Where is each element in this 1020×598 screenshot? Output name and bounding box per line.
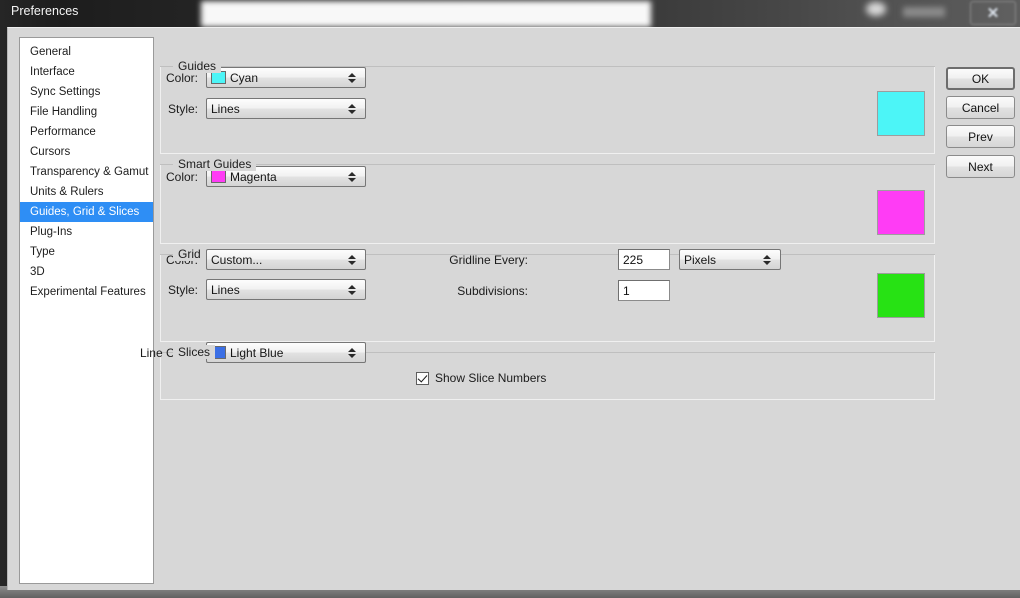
smart-guides-group-title: Smart Guides xyxy=(173,157,257,171)
show-slice-numbers-label: Show Slice Numbers xyxy=(435,371,547,385)
background-blurred-icon xyxy=(866,2,886,16)
grid-color-value: Custom... xyxy=(211,252,263,267)
sidebar-item-experimental-features[interactable]: Experimental Features xyxy=(20,282,153,302)
sidebar-item-3d[interactable]: 3D xyxy=(20,262,153,282)
grid-style-label: Style: xyxy=(167,283,198,297)
sidebar-item-plug-ins[interactable]: Plug-Ins xyxy=(20,222,153,242)
guides-group-title: Guides xyxy=(173,59,222,73)
sidebar-item-file-handling[interactable]: File Handling xyxy=(20,102,153,122)
subdivisions-input[interactable]: 1 xyxy=(618,280,670,301)
slices-line-color-dropdown[interactable]: Light Blue xyxy=(206,342,366,363)
smart-guides-color-value: Magenta xyxy=(230,169,277,184)
chevron-updown-icon[interactable] xyxy=(344,347,360,358)
grid-style-value: Lines xyxy=(211,282,240,297)
chevron-updown-icon[interactable] xyxy=(759,254,775,265)
chevron-updown-icon[interactable] xyxy=(344,72,360,83)
background-white-panel xyxy=(201,1,651,27)
grid-group-title: Grid xyxy=(173,247,206,261)
guides-color-value: Cyan xyxy=(230,70,259,85)
guides-color-label: Color: xyxy=(165,71,198,85)
cancel-button[interactable]: Cancel xyxy=(946,96,1015,119)
ok-button[interactable]: OK xyxy=(946,67,1015,90)
subdivisions-label: Subdivisions: xyxy=(457,284,528,298)
grid-style-dropdown[interactable]: Lines xyxy=(206,279,366,300)
sidebar-item-sync-settings[interactable]: Sync Settings xyxy=(20,82,153,102)
guides-color-dropdown[interactable]: Cyan xyxy=(206,67,366,88)
guides-style-label: Style: xyxy=(167,102,198,116)
show-slice-numbers-checkbox[interactable]: Show Slice Numbers xyxy=(416,371,546,385)
gridline-every-input[interactable]: 225 xyxy=(618,249,670,270)
sidebar-item-interface[interactable]: Interface xyxy=(20,62,153,82)
chevron-updown-icon[interactable] xyxy=(344,103,360,114)
next-button[interactable]: Next xyxy=(946,155,1015,178)
background-blurred-label xyxy=(903,7,945,17)
gridline-unit-dropdown[interactable]: Pixels xyxy=(679,249,781,270)
chevron-updown-icon[interactable] xyxy=(344,284,360,295)
chevron-updown-icon[interactable] xyxy=(344,254,360,265)
smart-guides-color-label: Color: xyxy=(165,170,198,184)
smart-guides-color-preview[interactable] xyxy=(877,190,925,235)
gridline-every-label: Gridline Every: xyxy=(449,253,528,267)
close-icon: ✕ xyxy=(986,5,1000,22)
chevron-updown-icon[interactable] xyxy=(344,171,360,182)
window-close-button[interactable]: ✕ xyxy=(970,1,1016,25)
checkmark-icon xyxy=(416,371,429,385)
sidebar-item-general[interactable]: General xyxy=(20,42,153,62)
preferences-dialog: General Interface Sync Settings File Han… xyxy=(7,27,1020,590)
sidebar-item-units-rulers[interactable]: Units & Rulers xyxy=(20,182,153,202)
sidebar-item-transparency-gamut[interactable]: Transparency & Gamut xyxy=(20,162,153,182)
gridline-unit-value: Pixels xyxy=(684,252,717,267)
window-title: Preferences xyxy=(11,4,79,18)
sidebar-item-performance[interactable]: Performance xyxy=(20,122,153,142)
slices-line-color-value: Light Blue xyxy=(230,345,284,360)
sidebar-item-guides-grid-slices[interactable]: Guides, Grid & Slices xyxy=(20,202,153,222)
grid-color-preview[interactable] xyxy=(877,273,925,318)
prev-button[interactable]: Prev xyxy=(946,125,1015,148)
guides-style-value: Lines xyxy=(211,101,240,116)
guides-color-preview[interactable] xyxy=(877,91,925,136)
sidebar-item-cursors[interactable]: Cursors xyxy=(20,142,153,162)
sidebar-item-type[interactable]: Type xyxy=(20,242,153,262)
guides-style-dropdown[interactable]: Lines xyxy=(206,98,366,119)
preferences-category-list[interactable]: General Interface Sync Settings File Han… xyxy=(19,37,154,584)
slices-group-title: Slices xyxy=(173,345,216,359)
grid-color-dropdown[interactable]: Custom... xyxy=(206,249,366,270)
smart-guides-color-swatch xyxy=(211,170,226,183)
